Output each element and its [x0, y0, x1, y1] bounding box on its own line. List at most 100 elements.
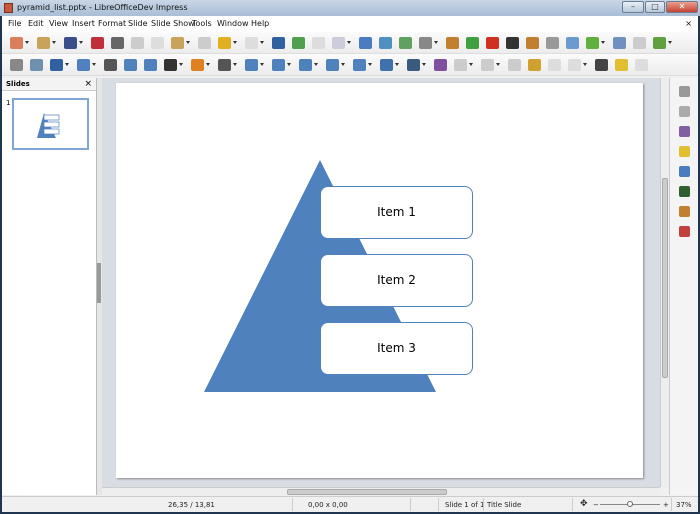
basic-shapes-icon[interactable]	[245, 59, 258, 71]
basic-shapes-dropdown-arrow[interactable]	[260, 63, 264, 66]
line-icon[interactable]	[104, 59, 117, 71]
rectangle-icon[interactable]	[124, 59, 137, 71]
menu-format[interactable]: Format	[98, 19, 126, 28]
custom-animation-icon[interactable]	[679, 146, 690, 157]
shadow-icon[interactable]	[528, 59, 541, 71]
callouts-dropdown-arrow[interactable]	[368, 63, 372, 66]
callouts-icon[interactable]	[353, 59, 366, 71]
ellipse-icon[interactable]	[144, 59, 157, 71]
stars-dropdown-arrow[interactable]	[395, 63, 399, 66]
slide-canvas[interactable]: Item 1 Item 2 Item 3	[116, 83, 643, 478]
glue-points-icon[interactable]	[546, 37, 559, 49]
arrange-dropdown-arrow[interactable]	[496, 63, 500, 66]
paste-dropdown-arrow[interactable]	[186, 41, 190, 44]
table-icon[interactable]	[419, 37, 432, 49]
menu-insert[interactable]: Insert	[72, 19, 95, 28]
open-dropdown-arrow[interactable]	[52, 41, 56, 44]
points-mode-icon[interactable]	[566, 37, 579, 49]
start-slideshow-icon[interactable]	[379, 37, 392, 49]
line-color-dropdown-arrow[interactable]	[65, 63, 69, 66]
image-icon[interactable]	[446, 37, 459, 49]
export-pdf-icon[interactable]	[91, 37, 104, 49]
connector-dropdown-arrow[interactable]	[233, 63, 237, 66]
grid-icon[interactable]	[312, 37, 325, 49]
filter-dropdown-arrow[interactable]	[583, 63, 587, 66]
chart-icon[interactable]	[486, 37, 499, 49]
media-icon[interactable]	[466, 37, 479, 49]
open-icon[interactable]	[37, 37, 50, 49]
3d-objects-dropdown-arrow[interactable]	[422, 63, 426, 66]
slide-layout-dropdown-arrow[interactable]	[668, 41, 672, 44]
slide-thumbnail[interactable]	[12, 98, 89, 150]
insert-into-icon[interactable]	[635, 59, 648, 71]
flowchart-dropdown-arrow[interactable]	[341, 63, 345, 66]
connector-icon[interactable]	[218, 59, 231, 71]
rotate-icon[interactable]	[434, 59, 447, 71]
points-icon[interactable]	[595, 59, 608, 71]
filter-icon[interactable]	[568, 59, 581, 71]
display-views-icon[interactable]	[332, 37, 345, 49]
stars-icon[interactable]	[380, 59, 393, 71]
slides-pane-close-button[interactable]: ×	[84, 79, 92, 89]
menu-edit[interactable]: Edit	[28, 19, 44, 28]
menu-tools[interactable]: Tools	[192, 19, 212, 28]
fit-slide-icon[interactable]: ✥	[580, 499, 588, 509]
properties-icon[interactable]	[679, 86, 690, 97]
menu-slide[interactable]: Slide	[128, 19, 148, 28]
undo-icon[interactable]	[218, 37, 231, 49]
styles-icon[interactable]	[679, 186, 690, 197]
zoom-slider-handle[interactable]	[627, 501, 633, 507]
fill-color-dropdown-arrow[interactable]	[92, 63, 96, 66]
redo-dropdown-arrow[interactable]	[260, 41, 264, 44]
paste-icon[interactable]	[171, 37, 184, 49]
undo-dropdown-arrow[interactable]	[233, 41, 237, 44]
new-dropdown-arrow[interactable]	[25, 41, 29, 44]
fill-color-icon[interactable]	[77, 59, 90, 71]
zoom-icon[interactable]	[30, 59, 43, 71]
new-slide-icon[interactable]	[586, 37, 599, 49]
maximize-button[interactable]: □	[645, 1, 665, 13]
flowchart-icon[interactable]	[326, 59, 339, 71]
new-slide-dropdown-arrow[interactable]	[601, 41, 605, 44]
display-views-dropdown-arrow[interactable]	[347, 41, 351, 44]
minimize-button[interactable]: –	[622, 1, 644, 13]
new-icon[interactable]	[10, 37, 23, 49]
curve-icon[interactable]	[191, 59, 204, 71]
slide-transition-icon[interactable]	[679, 166, 690, 177]
crop-icon[interactable]	[548, 59, 561, 71]
zoom-out-button[interactable]: −	[593, 501, 599, 509]
delete-slide-icon[interactable]	[633, 37, 646, 49]
menu-slide-show[interactable]: Slide Show	[151, 19, 195, 28]
copy-icon[interactable]	[151, 37, 164, 49]
close-document-button[interactable]: ×	[685, 19, 692, 28]
print-icon[interactable]	[111, 37, 124, 49]
gallery-icon[interactable]	[679, 106, 690, 117]
slideshow-current-icon[interactable]	[399, 37, 412, 49]
save-dropdown-arrow[interactable]	[79, 41, 83, 44]
line-color-icon[interactable]	[50, 59, 63, 71]
master-slide-icon[interactable]	[359, 37, 372, 49]
toggle-extrusion-icon[interactable]	[615, 59, 628, 71]
curve-dropdown-arrow[interactable]	[206, 63, 210, 66]
block-arrows-dropdown-arrow[interactable]	[314, 63, 318, 66]
menu-window[interactable]: Window	[217, 19, 249, 28]
select-icon[interactable]	[10, 59, 23, 71]
arrow-line-icon[interactable]	[164, 59, 177, 71]
menu-help[interactable]: Help	[251, 19, 269, 28]
symbol-shapes-icon[interactable]	[272, 59, 285, 71]
pyramid-item-2[interactable]: Item 2	[320, 254, 473, 307]
symbol-shapes-dropdown-arrow[interactable]	[287, 63, 291, 66]
block-arrows-icon[interactable]	[299, 59, 312, 71]
distribute-icon[interactable]	[508, 59, 521, 71]
duplicate-slide-icon[interactable]	[613, 37, 626, 49]
master-pages-icon[interactable]	[679, 126, 690, 137]
text-box-icon[interactable]	[506, 37, 519, 49]
pyramid-item-3[interactable]: Item 3	[320, 322, 473, 375]
vertical-scrollbar[interactable]	[660, 78, 669, 487]
table-dropdown-arrow[interactable]	[434, 41, 438, 44]
menu-view[interactable]: View	[49, 19, 68, 28]
redo-icon[interactable]	[245, 37, 258, 49]
cut-icon[interactable]	[131, 37, 144, 49]
slide-layout-icon[interactable]	[653, 37, 666, 49]
arrange-icon[interactable]	[481, 59, 494, 71]
